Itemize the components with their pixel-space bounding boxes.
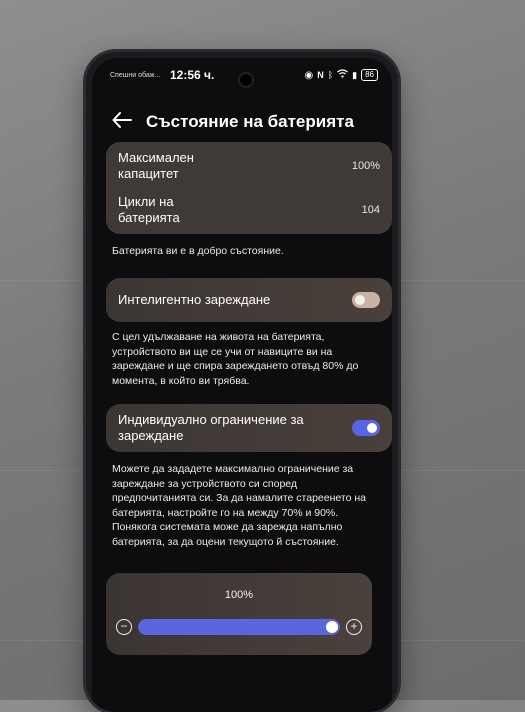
max-capacity-label: Максимален капацитет [118,150,194,181]
slider-value-label: 100% [224,589,254,601]
custom-limit-label: Индивидуално ограничение за зареждане [118,412,304,443]
bluetooth-icon: ᛒ [327,70,334,80]
front-camera [240,74,252,86]
battery-info-card: Максимален капацитет 100% Цикли на батер… [106,142,392,234]
custom-limit-row: Индивидуално ограничение за зареждане [118,412,380,444]
max-capacity-value: 100% [351,160,380,172]
eye-icon: ◉ [304,69,314,81]
status-icons: ◉ N ᛒ ▮ 86 [304,69,378,81]
charge-limit-slider-card: 100% − + [106,573,372,655]
smart-charging-card[interactable]: Интелигентно зареждане [106,278,392,322]
header: Състояние на батерията [112,108,354,136]
cycles-label: Цикли на батерията [118,194,180,225]
carrier-label: Спешни обаж... [110,72,161,79]
page-title: Състояние на батерията [146,112,354,131]
custom-limit-description: Можете да зададете максимално ограничени… [112,463,366,548]
smart-charging-row: Интелигентно зареждане [118,292,380,308]
slider-thumb[interactable] [326,621,338,633]
back-arrow-icon[interactable] [112,111,138,134]
toggle-knob [355,295,365,305]
slider-fill [138,619,340,635]
max-capacity-row: Максимален капацитет 100% [118,150,380,182]
smart-charging-description: С цел удължаване на живота на батерията,… [112,331,359,387]
wifi-icon [337,69,349,81]
nfc-icon: N [317,70,324,80]
smart-charging-label: Интелигентно зареждане [118,292,271,307]
clock: 12:56 ч. [170,68,215,82]
health-note: Батерията ви е в добро състояние. [112,245,284,257]
plus-icon[interactable]: + [346,619,362,635]
cycles-row: Цикли на батерията 104 [118,194,380,226]
custom-limit-toggle[interactable] [352,420,380,436]
toggle-knob [367,423,377,433]
cycles-value: 104 [361,204,380,216]
phone-device: Спешни обаж... 12:56 ч. ◉ N ᛒ ▮ 86 Състо… [86,52,398,712]
minus-icon[interactable]: − [116,619,132,635]
battery-saver-icon: ▮ [352,69,358,80]
status-bar: Спешни обаж... 12:56 ч. ◉ N ᛒ ▮ 86 [92,68,392,88]
custom-limit-card[interactable]: Индивидуално ограничение за зареждане [106,404,392,452]
phone-screen: Спешни обаж... 12:56 ч. ◉ N ᛒ ▮ 86 Състо… [92,58,392,712]
charge-limit-slider[interactable] [138,619,340,635]
smart-charging-toggle[interactable] [352,292,380,308]
battery-level-badge: 86 [361,69,378,81]
